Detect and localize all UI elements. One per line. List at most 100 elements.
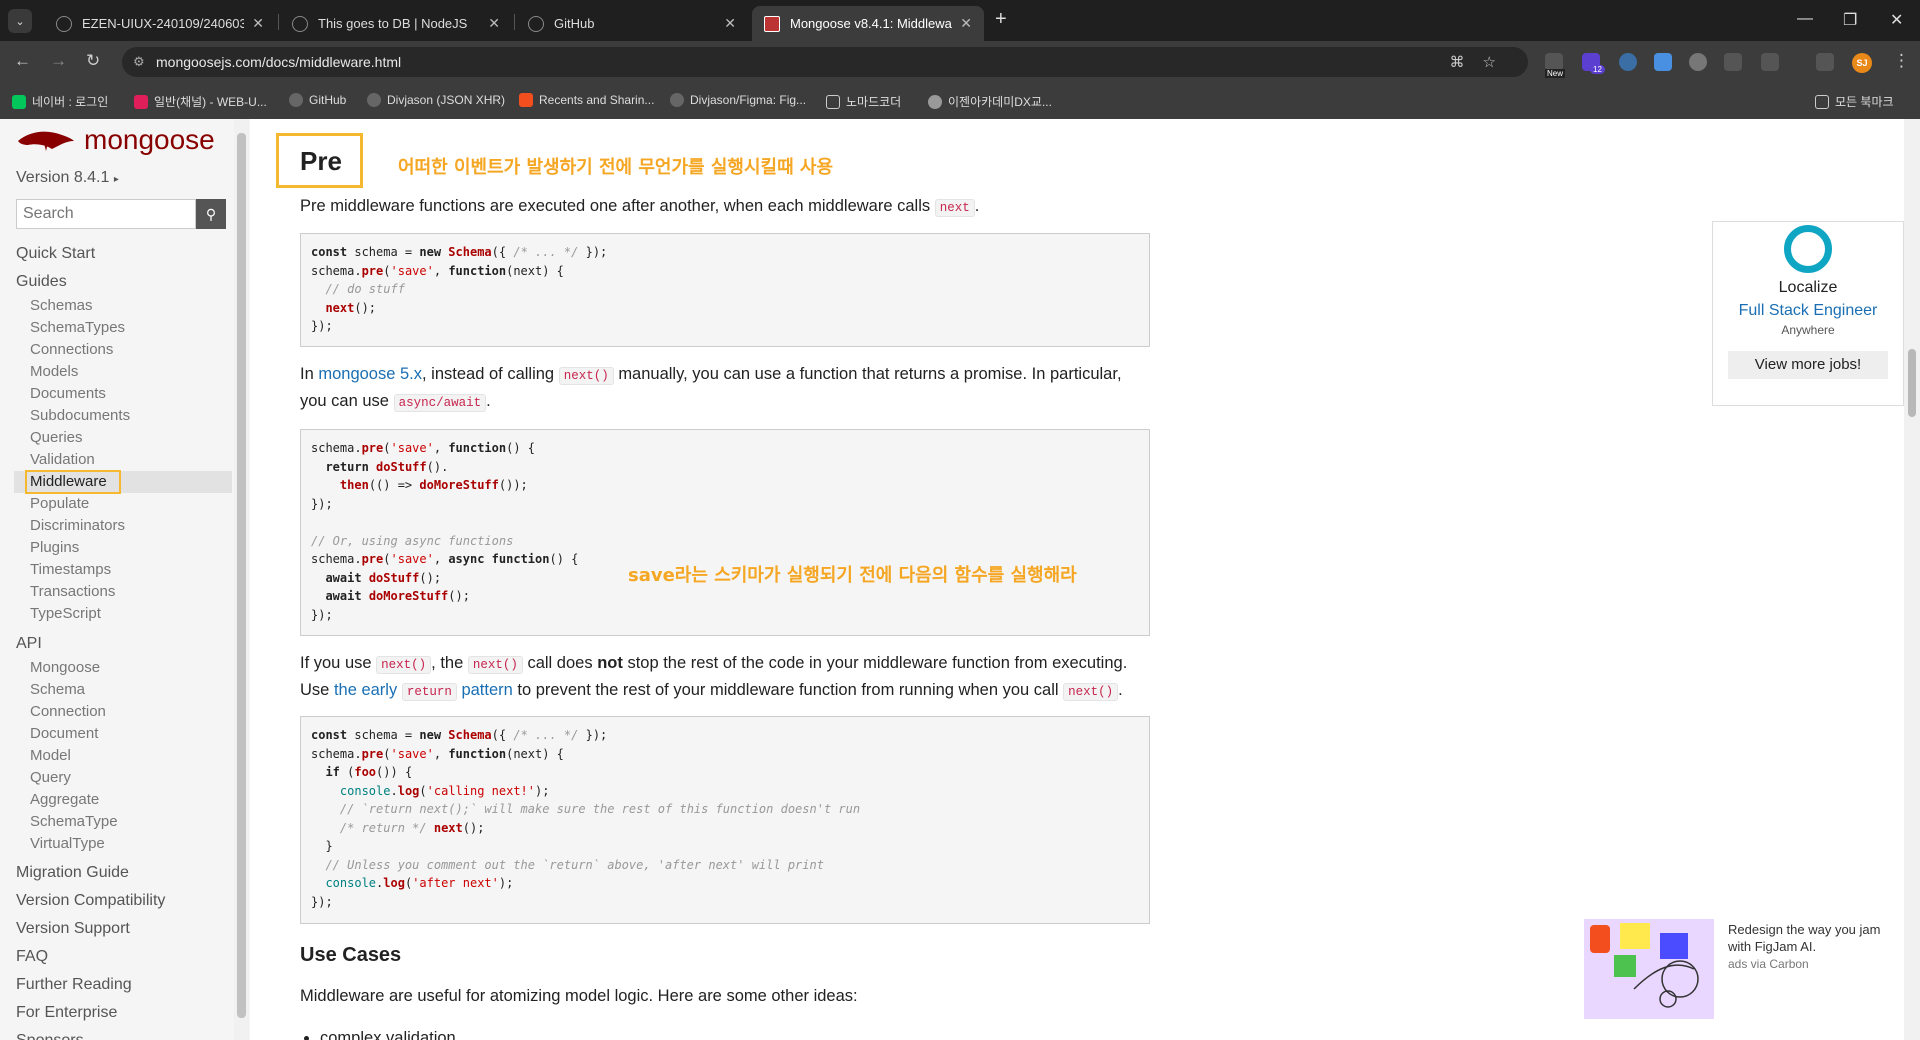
early-return-link[interactable]: the early	[334, 681, 397, 699]
nav-api[interactable]: API	[16, 635, 42, 653]
close-window-button[interactable]: ✕	[1890, 10, 1903, 30]
nav-documents[interactable]: Documents	[30, 385, 106, 402]
nav-api-virtualtype[interactable]: VirtualType	[30, 835, 105, 852]
nav-sponsors[interactable]: Sponsors	[16, 1032, 84, 1040]
react-devtools-icon[interactable]	[1619, 53, 1637, 71]
nav-api-mongoose[interactable]: Mongoose	[30, 659, 100, 676]
job-ad-card[interactable]: Localize Full Stack Engineer Anywhere Vi…	[1712, 221, 1904, 406]
ad-job-link[interactable]: Full Stack Engineer	[1713, 302, 1903, 320]
tab-mongoose[interactable]: Mongoose v8.4.1: Middleware ✕	[752, 6, 984, 41]
figma-icon	[519, 93, 533, 107]
close-icon[interactable]: ✕	[724, 15, 736, 32]
bookmark-item[interactable]: 네이버 : 로그인	[12, 93, 108, 110]
new-tab-button[interactable]: +	[995, 8, 1007, 31]
tab-search-button[interactable]: ⌄	[8, 9, 32, 33]
nav-migration-guide[interactable]: Migration Guide	[16, 864, 129, 882]
search-icon: ⚲	[205, 206, 217, 222]
nav-api-schematype[interactable]: SchemaType	[30, 813, 118, 830]
menu-kebab-icon[interactable]: ⋮	[1893, 51, 1910, 71]
download-icon[interactable]	[1816, 53, 1834, 71]
nav-populate[interactable]: Populate	[30, 495, 89, 512]
search-button[interactable]: ⚲	[196, 199, 226, 229]
nav-version-support[interactable]: Version Support	[16, 920, 130, 938]
carbon-ad[interactable]: Redesign the way you jam with FigJam AI.…	[1584, 919, 1920, 1029]
nav-schemas[interactable]: Schemas	[30, 297, 93, 314]
reload-button[interactable]: ↻	[86, 51, 100, 71]
forward-button[interactable]: →	[50, 51, 67, 71]
bookmark-folder[interactable]: 노마드코더	[826, 93, 901, 110]
nav-api-connection[interactable]: Connection	[30, 703, 106, 720]
nav-api-document[interactable]: Document	[30, 725, 98, 742]
pen-icon[interactable]	[1724, 53, 1742, 71]
figjam-ad-image[interactable]	[1584, 919, 1714, 1019]
back-button[interactable]: ←	[14, 51, 31, 71]
bookmark-item[interactable]: Recents and Sharin...	[519, 93, 654, 107]
tab-title: EZEN-UIUX-240109/240603 at	[82, 16, 245, 31]
site-info-icon[interactable]: ⚙	[133, 54, 145, 70]
tab-nodejs[interactable]: This goes to DB | NodeJS ✕	[280, 6, 512, 41]
mongoose-icon	[764, 15, 780, 32]
bookmark-item[interactable]: GitHub	[289, 93, 346, 107]
nav-api-schema[interactable]: Schema	[30, 681, 85, 698]
mongoose5-link[interactable]: mongoose 5.x	[318, 365, 422, 383]
version-selector[interactable]: Version 8.4.1 ▸	[16, 169, 119, 187]
github-icon	[670, 93, 684, 107]
nav-models[interactable]: Models	[30, 363, 78, 380]
sidebar-scroll-thumb[interactable]	[237, 133, 246, 1018]
inline-code: next()	[558, 367, 614, 385]
close-icon[interactable]: ✕	[488, 15, 500, 32]
minimize-button[interactable]: —	[1797, 10, 1813, 28]
nav-faq[interactable]: FAQ	[16, 948, 48, 966]
view-more-jobs-button[interactable]: View more jobs!	[1728, 351, 1888, 379]
nav-connections[interactable]: Connections	[30, 341, 113, 358]
bookmark-item[interactable]: 일반(채널) - WEB-U...	[134, 93, 267, 110]
nav-for-enterprise[interactable]: For Enterprise	[16, 1004, 117, 1022]
bookmark-label: 네이버 : 로그인	[32, 95, 109, 109]
carbon-ad-text[interactable]: Redesign the way you jam with FigJam AI.…	[1728, 921, 1904, 973]
bookmark-item[interactable]: Divjason (JSON XHR)	[367, 93, 505, 107]
nav-timestamps[interactable]: Timestamps	[30, 561, 111, 578]
nav-validation[interactable]: Validation	[30, 451, 95, 468]
nav-typescript[interactable]: TypeScript	[30, 605, 101, 622]
page-content: mongoose Version 8.4.1 ▸ ⚲ Quick Start G…	[0, 119, 1920, 1040]
tab-github[interactable]: GitHub ✕	[516, 6, 748, 41]
page-scrollbar[interactable]	[1904, 119, 1920, 1040]
all-bookmarks-folder[interactable]: 모든 북마크	[1815, 93, 1894, 110]
bookmark-item[interactable]: 이젠아카데미DX교...	[928, 93, 1052, 110]
sidebar-scrollbar[interactable]	[234, 119, 249, 1040]
nav-version-compatibility[interactable]: Version Compatibility	[16, 892, 165, 910]
bookmark-label: Divjason (JSON XHR)	[387, 93, 506, 107]
nav-guides[interactable]: Guides	[16, 273, 67, 291]
carbon-via[interactable]: ads via Carbon	[1728, 956, 1904, 973]
page-scroll-thumb[interactable]	[1908, 349, 1916, 417]
nav-discriminators[interactable]: Discriminators	[30, 517, 125, 534]
bookmark-item[interactable]: Divjason/Figma: Fig...	[670, 93, 806, 107]
naver-icon	[12, 94, 26, 109]
figjam-illustration-icon	[1590, 923, 1699, 1008]
nav-further-reading[interactable]: Further Reading	[16, 976, 132, 994]
translate-and-star-icons[interactable]: ⌘☆	[1450, 53, 1514, 71]
close-icon[interactable]: ✕	[252, 15, 264, 32]
nav-api-model[interactable]: Model	[30, 747, 71, 764]
extension-icon[interactable]	[1654, 53, 1672, 71]
github-icon	[289, 93, 303, 107]
profile-avatar[interactable]: SJ	[1852, 53, 1872, 73]
nav-api-aggregate[interactable]: Aggregate	[30, 791, 99, 808]
extensions-puzzle-icon[interactable]	[1761, 53, 1779, 71]
nav-api-query[interactable]: Query	[30, 769, 71, 786]
close-icon[interactable]: ✕	[960, 15, 972, 32]
nav-schematypes[interactable]: SchemaTypes	[30, 319, 125, 336]
tab-ezen[interactable]: EZEN-UIUX-240109/240603 at ✕	[44, 6, 276, 41]
nav-transactions[interactable]: Transactions	[30, 583, 115, 600]
inline-code: async/await	[393, 394, 487, 412]
mongoose-logo[interactable]: mongoose	[16, 124, 215, 156]
nav-plugins[interactable]: Plugins	[30, 539, 79, 556]
early-return-link-2[interactable]: pattern	[461, 681, 512, 699]
search-input[interactable]	[16, 199, 196, 229]
extension-icon[interactable]	[1689, 53, 1707, 71]
nav-quick-start[interactable]: Quick Start	[16, 245, 95, 263]
nav-subdocuments[interactable]: Subdocuments	[30, 407, 130, 424]
url-bar[interactable]: ⚙ mongoosejs.com/docs/middleware.html ⌘☆	[122, 47, 1528, 77]
nav-queries[interactable]: Queries	[30, 429, 83, 446]
restore-button[interactable]: ❐	[1843, 10, 1857, 30]
